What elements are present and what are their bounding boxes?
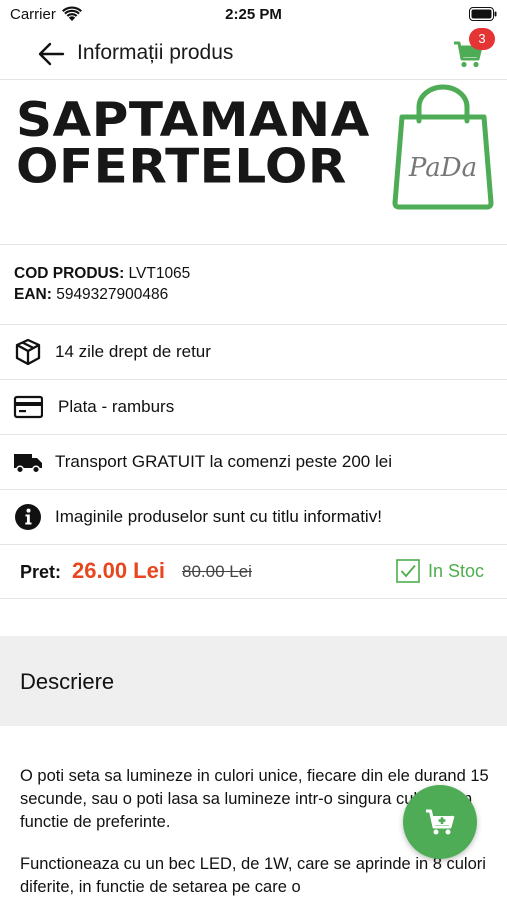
current-price: 26.00 Lei (72, 558, 165, 583)
banner-line-1: SAPTAMANA (16, 92, 370, 148)
nav-bar: Informații produs 3 (0, 28, 507, 80)
status-bar: Carrier 2:25 PM (0, 0, 507, 28)
banner-headline: SAPTAMANA OFERTELOR (16, 92, 376, 194)
promo-banner[interactable]: SAPTAMANA OFERTELOR PaDa (0, 81, 507, 245)
product-codes: COD PRODUS: LVT1065 EAN: 5949327900486 (0, 245, 507, 325)
ean-line: EAN: 5949327900486 (14, 284, 507, 305)
description-header: Descriere (0, 636, 507, 726)
info-row-label: Transport GRATUIT la comenzi peste 200 l… (55, 452, 392, 471)
info-row-label: Imaginile produselor sunt cu titlu infor… (55, 507, 382, 526)
truck-icon (14, 454, 42, 474)
back-arrow-icon[interactable] (36, 40, 66, 68)
product-code-line: COD PRODUS: LVT1065 (14, 263, 507, 284)
info-row-transport: Transport GRATUIT la comenzi peste 200 l… (0, 435, 507, 490)
info-row-label: 14 zile drept de retur (55, 342, 211, 361)
info-row-payment: Plata - ramburs (0, 380, 507, 435)
old-price: 80.00 Lei (182, 562, 252, 581)
info-row-disclaimer: Imaginile produselor sunt cu titlu infor… (0, 490, 507, 545)
product-code-label: COD PRODUS: (14, 265, 125, 282)
shopping-bag-logo: PaDa (392, 84, 494, 210)
price-row: Pret: 26.00 Lei 80.00 Lei In Stoc (0, 545, 507, 599)
logo-lettering: PaDa (408, 153, 477, 183)
cart-count-badge[interactable]: 3 (469, 28, 495, 50)
in-stock-check-icon (396, 559, 420, 583)
ean-label: EAN: (14, 286, 52, 303)
return-box-icon (15, 338, 41, 366)
info-icon (15, 504, 41, 530)
page-title: Informații produs (77, 41, 234, 64)
info-row-return: 14 zile drept de retur (0, 325, 507, 380)
clock: 2:25 PM (225, 6, 282, 23)
credit-card-icon (13, 395, 43, 419)
battery-icon (469, 7, 497, 21)
description-paragraph: Functioneaza cu un bec LED, de 1W, care … (20, 855, 486, 896)
add-to-cart-icon (426, 809, 455, 835)
product-code-value: LVT1065 (124, 265, 191, 282)
description-title: Descriere (20, 669, 115, 694)
info-row-label: Plata - ramburs (58, 397, 175, 416)
add-to-cart-button[interactable] (403, 785, 477, 859)
banner-line-2: OFERTELOR (16, 138, 347, 194)
stock-status: In Stoc (428, 561, 485, 581)
price-label: Pret: (20, 562, 62, 582)
ean-value: 5949327900486 (51, 286, 169, 303)
